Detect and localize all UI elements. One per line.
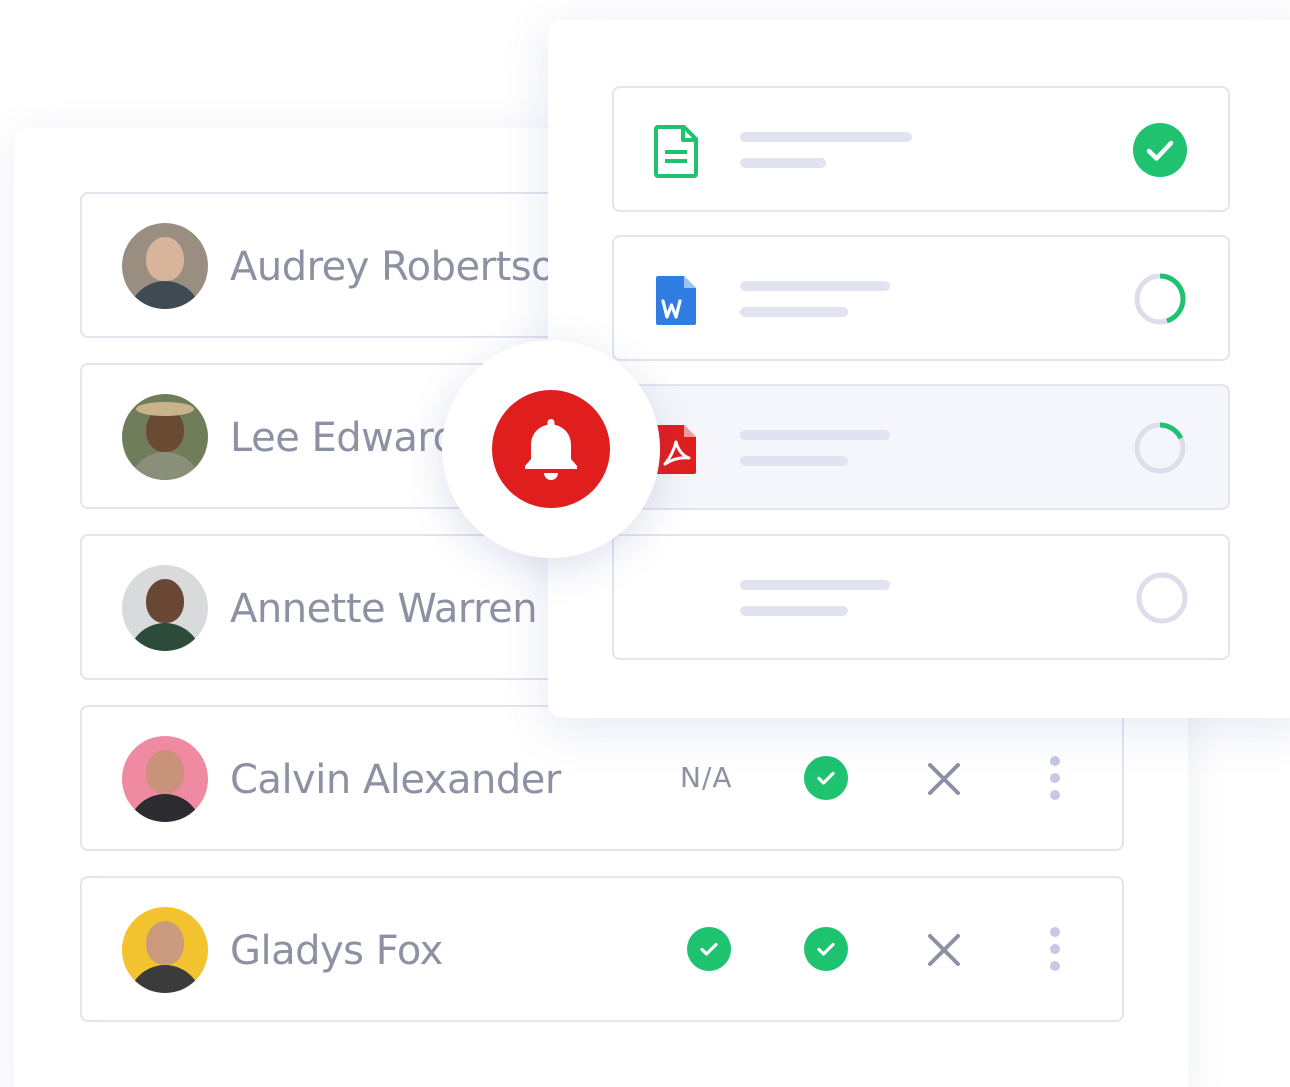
check-circle-icon[interactable] bbox=[804, 756, 848, 800]
avatar bbox=[122, 394, 208, 480]
person-name: Lee Edwards bbox=[230, 415, 478, 461]
x-icon[interactable] bbox=[926, 761, 962, 797]
progress-ring bbox=[1134, 273, 1186, 325]
pending-ring bbox=[1136, 572, 1188, 624]
person-name: Calvin Alexander bbox=[230, 757, 561, 803]
skeleton-line bbox=[740, 580, 890, 590]
avatar bbox=[122, 223, 208, 309]
avatar bbox=[122, 736, 208, 822]
skeleton-line bbox=[740, 430, 890, 440]
person-name: Gladys Fox bbox=[230, 928, 443, 974]
skeleton-line bbox=[740, 281, 890, 291]
skeleton-line bbox=[740, 307, 848, 317]
x-icon[interactable] bbox=[926, 932, 962, 968]
avatar bbox=[122, 565, 208, 651]
check-circle-icon[interactable] bbox=[687, 927, 731, 971]
more-vertical-icon[interactable] bbox=[1048, 755, 1062, 801]
person-row[interactable]: Calvin Alexander N/A bbox=[80, 705, 1124, 851]
avatar bbox=[122, 907, 208, 993]
progress-ring bbox=[1134, 422, 1186, 474]
person-name: Annette Warren bbox=[230, 586, 538, 632]
document-row[interactable] bbox=[612, 534, 1230, 660]
notification-bubble[interactable] bbox=[442, 340, 660, 558]
person-name: Audrey Robertson bbox=[230, 244, 580, 290]
person-row[interactable]: Gladys Fox bbox=[80, 876, 1124, 1022]
na-label: N/A bbox=[680, 761, 733, 794]
word-icon bbox=[656, 276, 696, 325]
bell-badge bbox=[492, 390, 610, 508]
pdf-icon bbox=[656, 425, 696, 474]
bell-icon bbox=[525, 419, 577, 480]
check-circle-icon bbox=[1133, 123, 1187, 177]
document-row[interactable] bbox=[612, 86, 1230, 212]
skeleton-line bbox=[740, 132, 912, 142]
doc-icon bbox=[654, 125, 698, 178]
documents-panel bbox=[548, 20, 1290, 718]
document-row[interactable] bbox=[612, 235, 1230, 361]
skeleton-line bbox=[740, 158, 826, 168]
check-circle-icon[interactable] bbox=[804, 927, 848, 971]
document-row[interactable] bbox=[612, 384, 1230, 510]
skeleton-line bbox=[740, 606, 848, 616]
more-vertical-icon[interactable] bbox=[1048, 926, 1062, 972]
skeleton-line bbox=[740, 456, 848, 466]
